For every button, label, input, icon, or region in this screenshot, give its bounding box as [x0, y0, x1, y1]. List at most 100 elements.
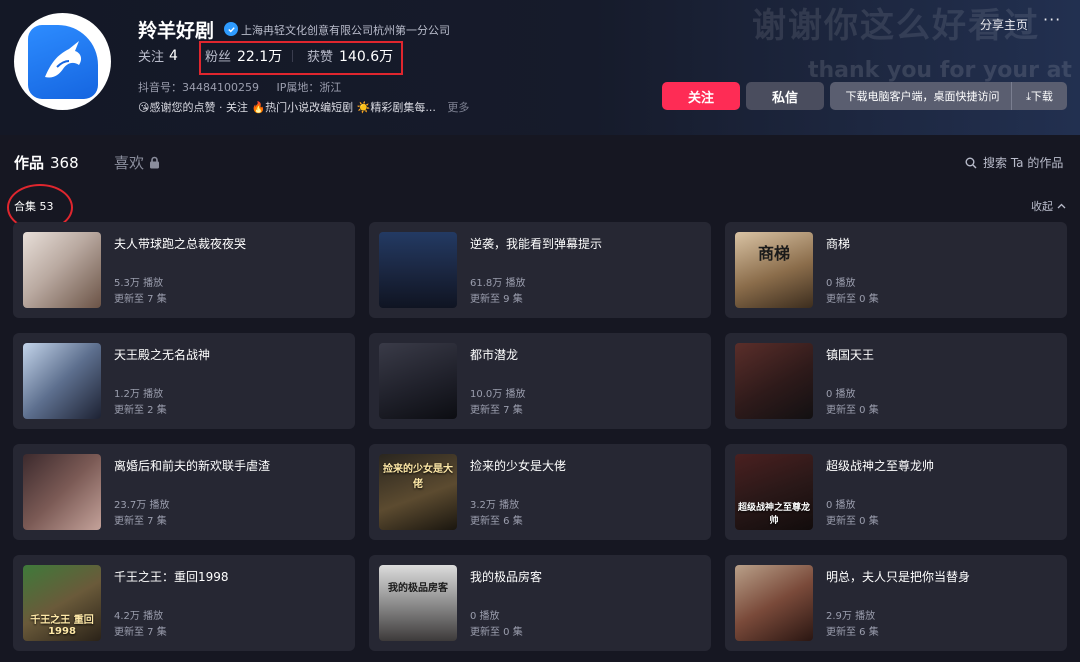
- tab-likes[interactable]: 喜欢: [114, 152, 160, 173]
- search-works[interactable]: 搜索 Ta 的作品: [965, 154, 1063, 171]
- bio-text: 😘感谢您的点赞 · 关注 🔥热门小说改编短剧 ☀️精彩剧集每...: [138, 101, 436, 114]
- profile-meta: 抖音号：34484100259 IP属地：浙江: [138, 79, 355, 95]
- thumbnail: 超级战神之至尊龙帅: [735, 454, 813, 530]
- collection-grid: 夫人带球跑之总裁夜夜哭 5.3万 播放 更新至 7 集 逆袭，我能看到弹幕提示 …: [13, 222, 1067, 651]
- download-client-text: 下载电脑客户端，桌面快捷访问: [845, 90, 1000, 103]
- collection-card[interactable]: 超级战神之至尊龙帅 超级战神之至尊龙帅 0 播放 更新至 0 集: [725, 444, 1067, 540]
- card-plays: 1.2万 播放: [114, 389, 164, 400]
- collection-card[interactable]: 离婚后和前夫的新欢联手虐渣 23.7万 播放 更新至 7 集: [13, 444, 355, 540]
- collection-card[interactable]: 千王之王 重回1998 千王之王：重回1998 4.2万 播放 更新至 7 集: [13, 555, 355, 651]
- message-button[interactable]: 私信: [746, 82, 824, 110]
- search-icon: [965, 157, 977, 168]
- following-count: 4: [169, 47, 178, 64]
- card-title: 千王之王：重回1998: [114, 570, 229, 584]
- thumbnail-title: 超级战神之至尊龙帅: [737, 503, 810, 526]
- card-plays: 3.2万 播放: [470, 500, 520, 511]
- tab-works-count: 368: [50, 154, 79, 172]
- profile-bio: 😘感谢您的点赞 · 关注 🔥热门小说改编短剧 ☀️精彩剧集每... 更多: [138, 99, 469, 115]
- card-plays: 0 播放: [826, 278, 856, 289]
- collapse-button[interactable]: 收起: [1031, 198, 1066, 214]
- collection-card[interactable]: 都市潜龙 10.0万 播放 更新至 7 集: [369, 333, 711, 429]
- douyin-id: 抖音号：34484100259: [138, 81, 259, 94]
- collection-card[interactable]: 我的极品房客 我的极品房客 0 播放 更新至 0 集: [369, 555, 711, 651]
- following-stat[interactable]: 关注 4: [138, 46, 178, 66]
- thumbnail-title: 捡来的少女是大佬: [383, 464, 453, 490]
- collection-card[interactable]: 商梯 商梯 0 播放 更新至 0 集: [725, 222, 1067, 318]
- card-title: 夫人带球跑之总裁夜夜哭: [114, 237, 247, 251]
- card-plays: 23.7万 播放: [114, 500, 170, 511]
- company-name: 上海冉轻文化创意有限公司杭州第一分公司: [241, 24, 450, 37]
- card-title: 都市潜龙: [470, 348, 519, 362]
- card-title: 天王殿之无名战神: [114, 348, 211, 362]
- collection-card[interactable]: 逆袭，我能看到弹幕提示 61.8万 播放 更新至 9 集: [369, 222, 711, 318]
- card-updated: 更新至 7 集: [470, 405, 523, 416]
- thumbnail-title: 千王之王 重回1998: [30, 615, 94, 637]
- tab-works[interactable]: 作品 368: [14, 152, 79, 173]
- download-button[interactable]: ⤓下载: [1011, 82, 1067, 110]
- card-title: 明总，夫人只是把你当替身: [826, 570, 971, 584]
- card-title: 镇国天王: [826, 348, 875, 362]
- card-title: 超级战神之至尊龙帅: [826, 459, 935, 473]
- thumbnail: [735, 565, 813, 641]
- thumbnail: 捡来的少女是大佬: [379, 454, 457, 530]
- banner-line-2: thank you for your at: [808, 58, 1072, 83]
- card-updated: 更新至 0 集: [826, 516, 879, 527]
- collection-label: 合集 53: [14, 200, 54, 213]
- thumbnail: [735, 343, 813, 419]
- card-updated: 更新至 7 集: [114, 627, 167, 638]
- card-title: 我的极品房客: [470, 570, 543, 584]
- thumbnail: [379, 343, 457, 419]
- avatar[interactable]: [14, 13, 111, 110]
- bio-more-link[interactable]: 更多: [447, 101, 469, 114]
- collection-card[interactable]: 夫人带球跑之总裁夜夜哭 5.3万 播放 更新至 7 集: [13, 222, 355, 318]
- download-client-banner[interactable]: 下载电脑客户端，桌面快捷访问 ⤓下载: [830, 82, 1067, 110]
- thumbnail-title: 商梯: [757, 244, 790, 263]
- thumbnail: 商梯: [735, 232, 813, 308]
- following-label: 关注: [138, 50, 165, 65]
- thumbnail: [23, 343, 101, 419]
- card-updated: 更新至 0 集: [470, 627, 523, 638]
- card-title: 捡来的少女是大佬: [470, 459, 567, 473]
- card-updated: 更新至 0 集: [826, 294, 879, 305]
- profile-header: 谢谢你这么好看过 thank you for your at 羚羊好剧 上海冉轻…: [0, 0, 1080, 135]
- lock-icon: [150, 156, 160, 169]
- collection-card[interactable]: 明总，夫人只是把你当替身 2.9万 播放 更新至 6 集: [725, 555, 1067, 651]
- follow-button[interactable]: 关注: [662, 82, 740, 110]
- card-plays: 10.0万 播放: [470, 389, 526, 400]
- card-plays: 61.8万 播放: [470, 278, 526, 289]
- thumbnail: 千王之王 重回1998: [23, 565, 101, 641]
- ip-location: IP属地：浙江: [276, 81, 342, 94]
- thumbnail: [23, 454, 101, 530]
- collection-card[interactable]: 捡来的少女是大佬 捡来的少女是大佬 3.2万 播放 更新至 6 集: [369, 444, 711, 540]
- tab-likes-label: 喜欢: [114, 154, 145, 172]
- fans-count: 22.1万: [237, 49, 283, 65]
- likes-count: 140.6万: [339, 49, 394, 65]
- more-options-icon[interactable]: ···: [1043, 10, 1061, 29]
- card-plays: 4.2万 播放: [114, 611, 164, 622]
- collection-card[interactable]: 天王殿之无名战神 1.2万 播放 更新至 2 集: [13, 333, 355, 429]
- card-updated: 更新至 0 集: [826, 405, 879, 416]
- card-plays: 0 播放: [470, 611, 500, 622]
- thumbnail: 我的极品房客: [379, 565, 457, 641]
- thumbnail-title: 我的极品房客: [388, 583, 448, 594]
- card-plays: 0 播放: [826, 389, 856, 400]
- card-plays: 0 播放: [826, 500, 856, 511]
- verified-badge-icon: [224, 22, 238, 36]
- share-profile-link[interactable]: 分享主页: [980, 16, 1028, 33]
- fans-stat[interactable]: 粉丝 22.1万: [205, 46, 282, 66]
- collection-card[interactable]: 镇国天王 0 播放 更新至 0 集: [725, 333, 1067, 429]
- collapse-label: 收起: [1031, 200, 1053, 213]
- card-updated: 更新至 6 集: [826, 627, 879, 638]
- tab-works-label: 作品: [14, 154, 45, 172]
- thumbnail: [379, 232, 457, 308]
- card-title: 逆袭，我能看到弹幕提示: [470, 237, 603, 251]
- likes-label: 获赞: [307, 50, 334, 65]
- card-updated: 更新至 7 集: [114, 516, 167, 527]
- antelope-logo-icon: [27, 24, 98, 99]
- fans-label: 粉丝: [205, 50, 232, 65]
- card-title: 商梯: [826, 237, 851, 251]
- card-plays: 5.3万 播放: [114, 278, 164, 289]
- likes-stat: 获赞 140.6万: [307, 46, 393, 66]
- card-updated: 更新至 9 集: [470, 294, 523, 305]
- search-label: 搜索 Ta 的作品: [983, 156, 1064, 170]
